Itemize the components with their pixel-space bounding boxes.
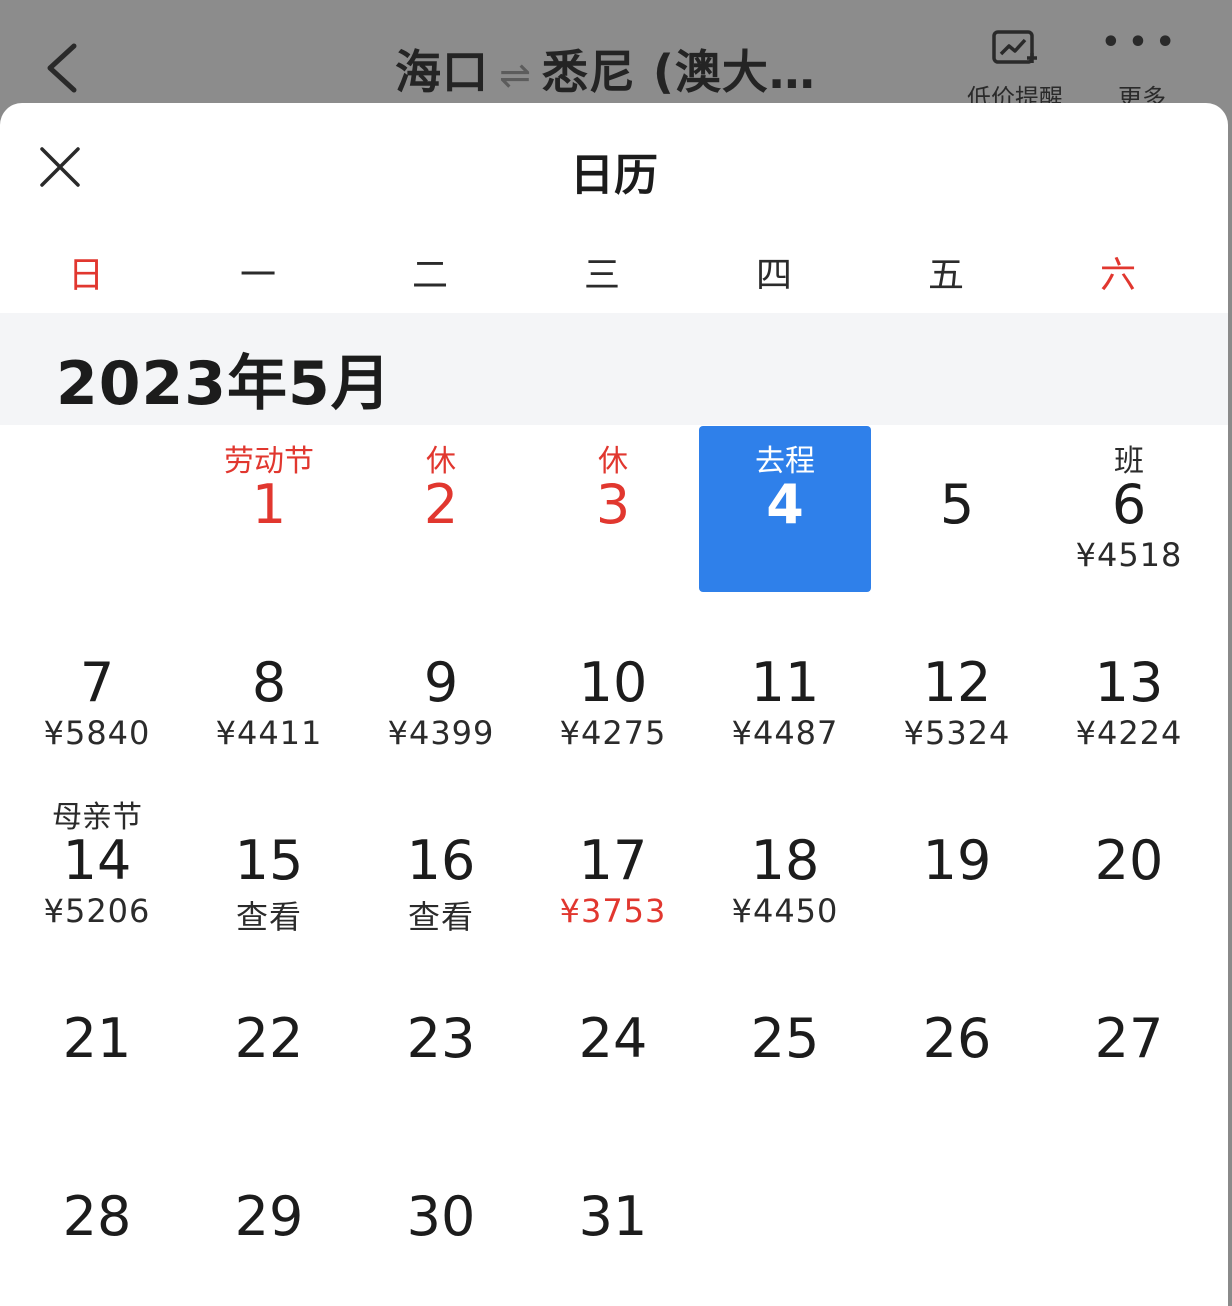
ellipsis-icon: ••• (1101, 28, 1183, 60)
day-number: 8 (251, 651, 287, 714)
day-number: 24 (578, 1007, 648, 1070)
day-cell-4[interactable]: 去程 4 (699, 426, 871, 594)
calendar-sheet: 日历 日 一 二 三 四 五 六 2023年5月 劳动节 1 休 2 休 3 去程 4 5 班 6 ¥… (0, 103, 1228, 1306)
day-number: 19 (922, 829, 992, 892)
month-header: 2023年5月 (0, 313, 1228, 425)
day-number: 31 (578, 1185, 648, 1248)
weekday-fri: 五 (927, 255, 964, 296)
day-number: 14 (62, 829, 132, 892)
weekday-tue: 二 (411, 255, 448, 296)
day-number: 26 (922, 1007, 992, 1070)
more-button[interactable]: ••• 更多 (1100, 28, 1184, 110)
weekday-sat: 六 (1099, 255, 1136, 296)
day-cell-5[interactable]: 5 (871, 426, 1043, 594)
day-cell-19[interactable]: 19 (871, 782, 1043, 950)
day-cell-2[interactable]: 休2 (355, 426, 527, 594)
price-alert-button[interactable]: 低价提醒 (955, 28, 1075, 110)
day-number: 11 (750, 651, 820, 714)
day-number: 3 (595, 473, 631, 536)
route-to: 悉尼 (澳大… (541, 45, 816, 99)
day-number: 22 (234, 1007, 304, 1070)
day-cell-6[interactable]: 班 6 ¥4518 (1043, 426, 1215, 594)
day-cell-30[interactable]: 30 (355, 1138, 527, 1306)
route-title: 海口 ⇌ 悉尼 (澳大… (395, 36, 816, 102)
day-cell-26[interactable]: 26 (871, 960, 1043, 1128)
day-cell-18[interactable]: 18 ¥4450 (699, 782, 871, 950)
weekday-header: 日 一 二 三 四 五 六 (0, 246, 1228, 298)
day-price: ¥5840 (43, 714, 151, 752)
day-price: ¥5324 (903, 714, 1011, 752)
view-price-link: 查看 (235, 898, 302, 936)
day-number: 1 (251, 473, 287, 536)
day-number: 28 (62, 1185, 132, 1248)
day-number: 25 (750, 1007, 820, 1070)
day-cell-10[interactable]: 10 ¥4275 (527, 604, 699, 772)
day-cell-22[interactable]: 22 (183, 960, 355, 1128)
day-number: 21 (62, 1007, 132, 1070)
day-number: 16 (406, 829, 476, 892)
day-cell-7[interactable]: 7 ¥5840 (11, 604, 183, 772)
day-cell-13[interactable]: 13 ¥4224 (1043, 604, 1215, 772)
view-price-link: 查看 (407, 898, 474, 936)
day-number: 7 (79, 651, 115, 714)
weekday-mon: 一 (239, 255, 276, 296)
day-cell-11[interactable]: 11 ¥4487 (699, 604, 871, 772)
day-price: ¥4275 (559, 714, 667, 752)
chevron-left-icon[interactable] (38, 40, 88, 96)
day-cell-3[interactable]: 休3 (527, 426, 699, 594)
day-cell-25[interactable]: 25 (699, 960, 871, 1128)
day-number: 13 (1094, 651, 1164, 714)
day-cell-28[interactable]: 28 (11, 1138, 183, 1306)
day-cell-29[interactable]: 29 (183, 1138, 355, 1306)
day-price: ¥4487 (731, 714, 839, 752)
day-cell-20[interactable]: 20 (1043, 782, 1215, 950)
day-cell-16[interactable]: 16 查看 (355, 782, 527, 950)
day-number: 30 (406, 1185, 476, 1248)
weekday-sun: 日 (67, 255, 104, 296)
day-price: ¥4450 (731, 892, 839, 930)
weekday-thu: 四 (755, 255, 792, 296)
day-cell-17[interactable]: 17 ¥3753 (527, 782, 699, 950)
day-price: ¥4518 (1075, 536, 1183, 574)
day-price: ¥4399 (387, 714, 495, 752)
swap-arrow-icon: ⇌ (499, 53, 532, 97)
day-cell-21[interactable]: 21 (11, 960, 183, 1128)
day-number: 18 (750, 829, 820, 892)
day-number: 23 (406, 1007, 476, 1070)
day-number: 27 (1094, 1007, 1164, 1070)
top-nav-bar: 海口 ⇌ 悉尼 (澳大… 低价提醒 ••• 更多 (0, 0, 1232, 110)
month-title: 2023年5月 (56, 349, 392, 419)
price-alert-chart-icon (992, 30, 1037, 64)
day-cell-31[interactable]: 31 (527, 1138, 699, 1306)
day-number: 17 (578, 829, 648, 892)
day-number: 2 (423, 473, 459, 536)
day-cell-23[interactable]: 23 (355, 960, 527, 1128)
day-cell-27[interactable]: 27 (1043, 960, 1215, 1128)
day-number: 29 (234, 1185, 304, 1248)
day-cell-12[interactable]: 12 ¥5324 (871, 604, 1043, 772)
day-price: ¥4224 (1075, 714, 1183, 752)
day-number: 6 (1111, 473, 1147, 536)
day-number: 12 (922, 651, 992, 714)
day-number: 15 (234, 829, 304, 892)
route-from: 海口 (395, 45, 489, 99)
day-cell-14[interactable]: 母亲节 14 ¥5206 (11, 782, 183, 950)
day-number: 4 (766, 473, 804, 536)
day-cell-24[interactable]: 24 (527, 960, 699, 1128)
sheet-title: 日历 (570, 150, 658, 201)
day-cell-1[interactable]: 劳动节 1 (183, 426, 355, 594)
day-number: 5 (939, 473, 975, 536)
weekday-wed: 三 (583, 255, 620, 296)
day-price: ¥4411 (215, 714, 323, 752)
day-number: 10 (578, 651, 648, 714)
day-number: 20 (1094, 829, 1164, 892)
day-number: 9 (423, 651, 459, 714)
day-cell-8[interactable]: 8 ¥4411 (183, 604, 355, 772)
day-price: ¥3753 (559, 892, 667, 930)
day-cell-15[interactable]: 15 查看 (183, 782, 355, 950)
day-cell-9[interactable]: 9 ¥4399 (355, 604, 527, 772)
day-price: ¥5206 (43, 892, 151, 930)
